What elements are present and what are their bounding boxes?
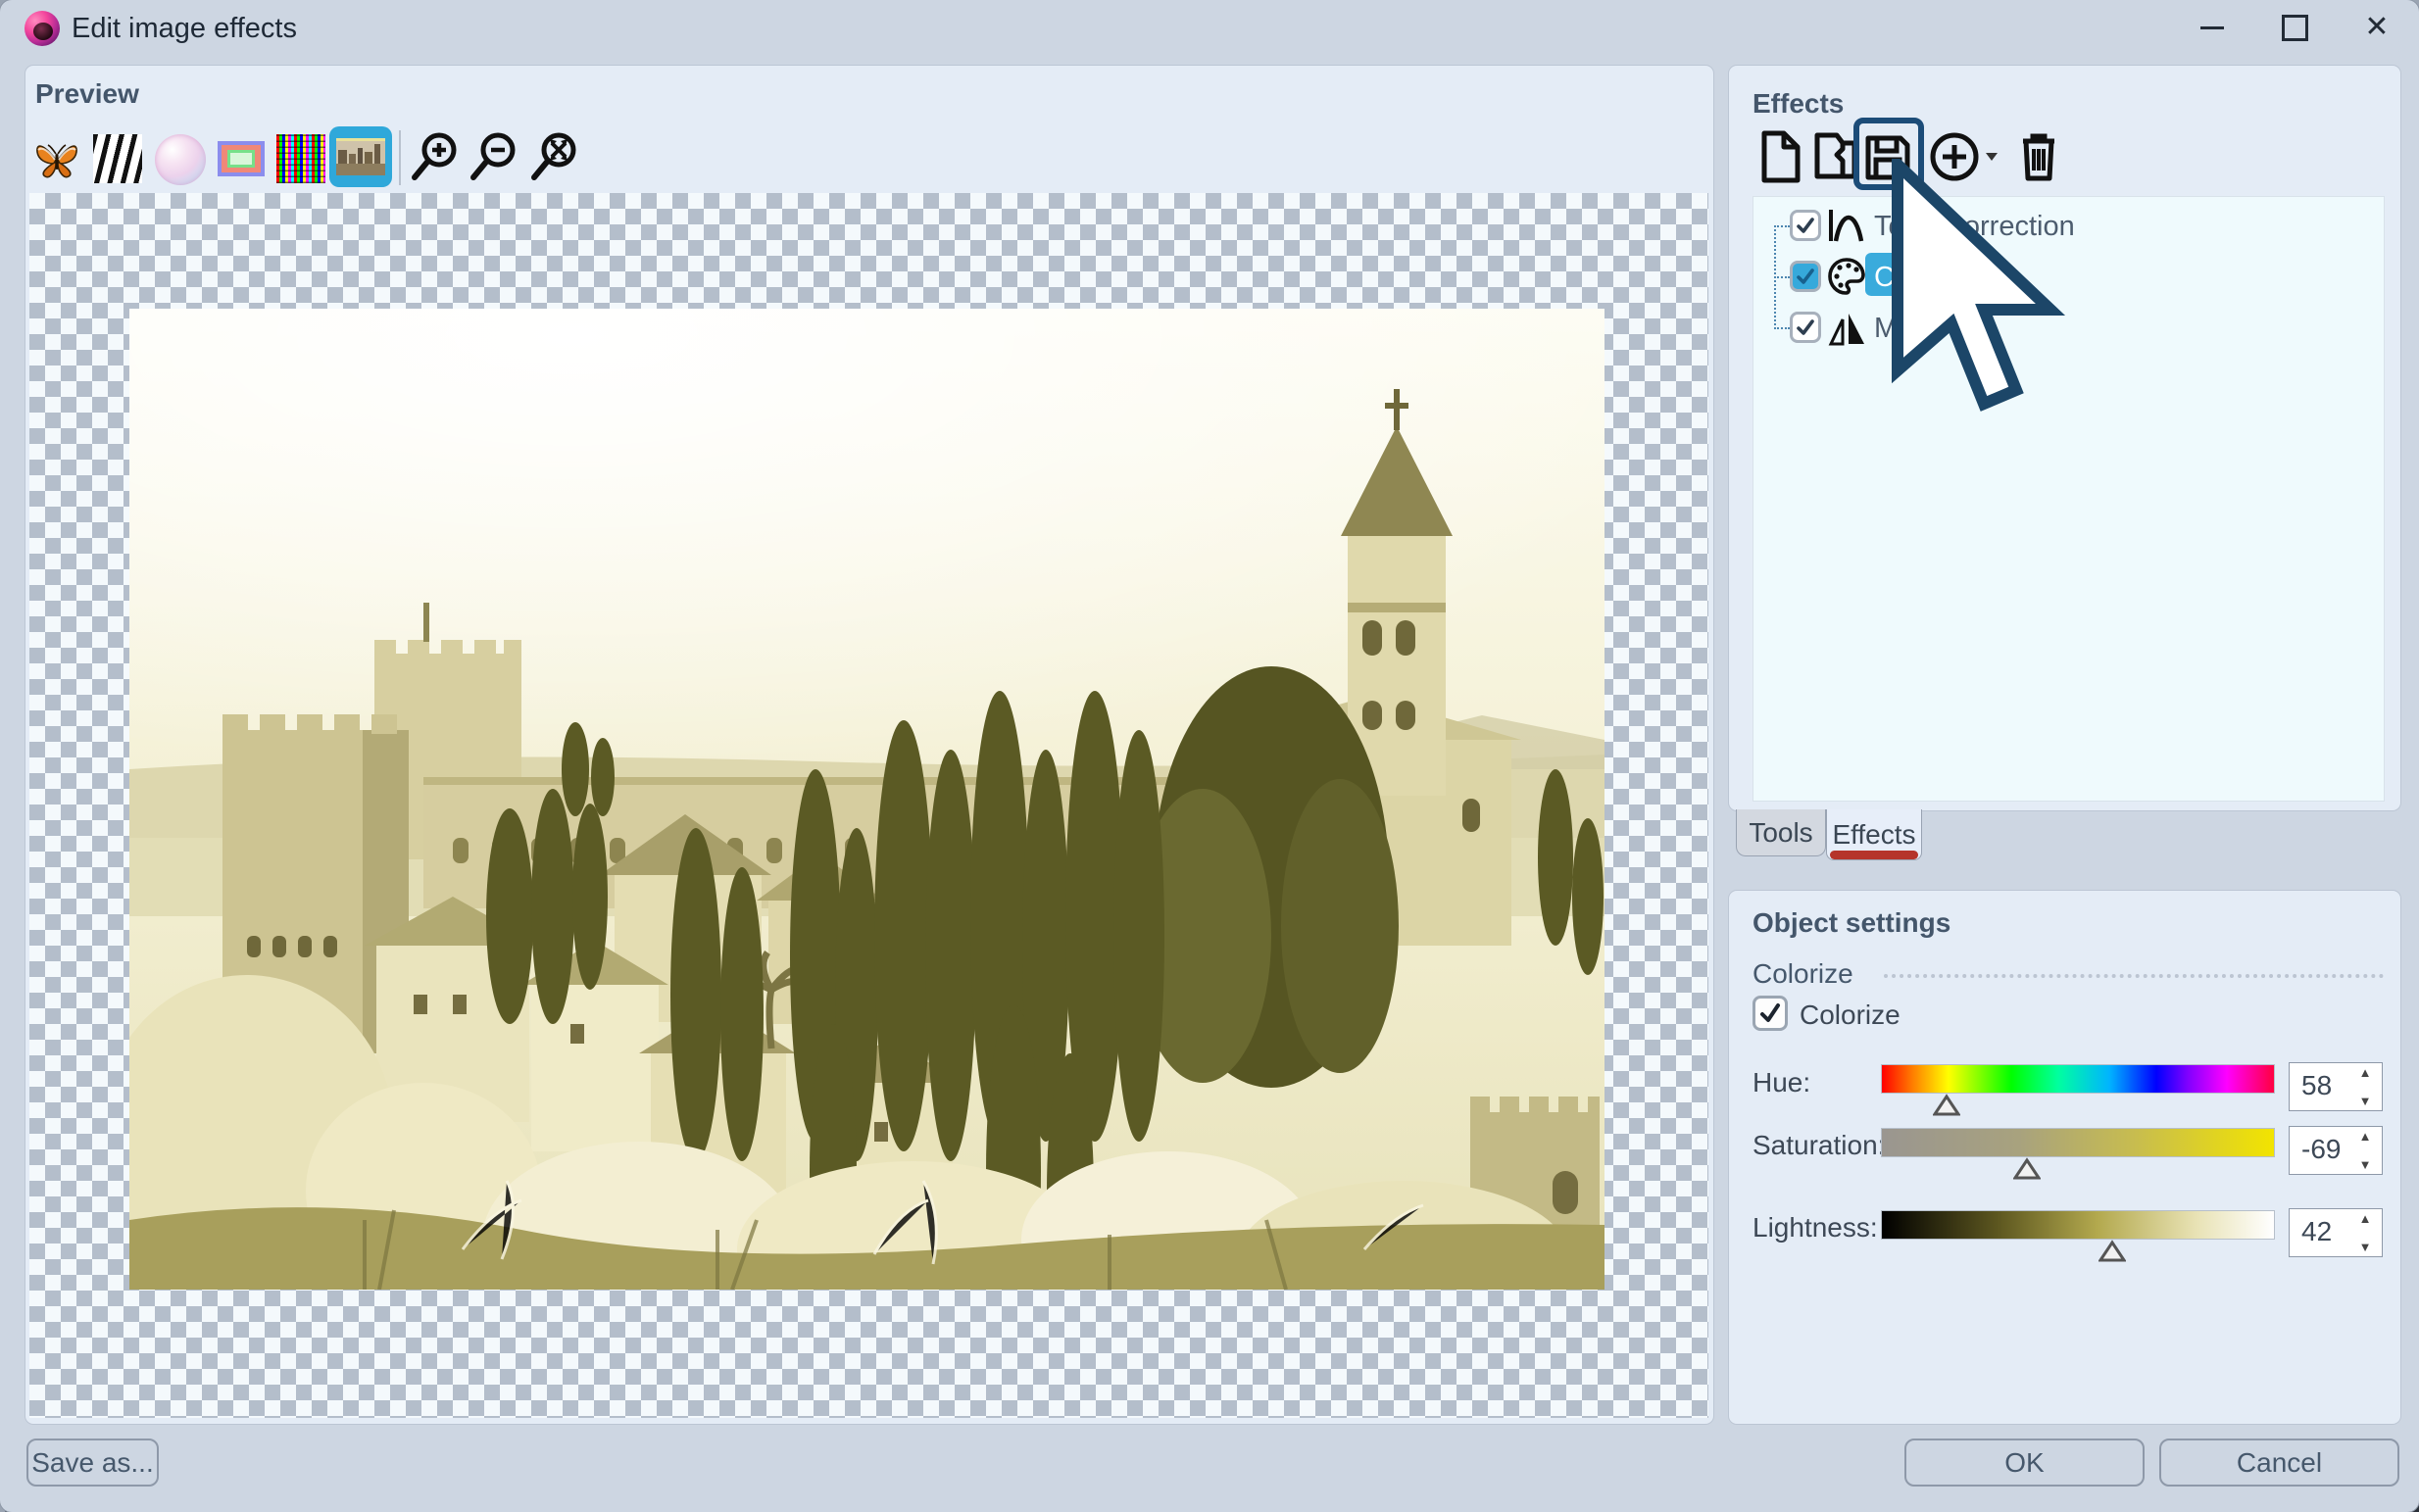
tree-line <box>1774 276 1790 278</box>
saturation-spin-down-icon[interactable]: ▼ <box>2359 1157 2372 1172</box>
effect-checkbox-tonal-correction[interactable] <box>1790 210 1821 241</box>
frame-thumbnail[interactable] <box>218 134 267 183</box>
tree-line <box>1774 327 1790 329</box>
minimize-button[interactable] <box>2184 6 2241 49</box>
hue-spinbox[interactable]: ▲▼ <box>2289 1062 2383 1111</box>
toolbar-separator <box>399 130 401 185</box>
tab-effects-label: Effects <box>1832 819 1915 851</box>
zoom-out-icon <box>469 130 519 185</box>
ok-label: OK <box>2004 1447 2044 1479</box>
hue-spin-up-icon[interactable]: ▲ <box>2359 1065 2372 1080</box>
lightness-value-input[interactable] <box>2299 1215 2354 1248</box>
mirror-icon <box>1827 308 1866 347</box>
rgb-grid-thumbnail[interactable] <box>276 134 325 183</box>
effect-checkbox-mirror[interactable] <box>1790 312 1821 343</box>
colorize-checkbox[interactable] <box>1753 996 1788 1031</box>
maximize-icon <box>2282 15 2308 41</box>
mouse-cursor-arrow <box>1886 159 2072 433</box>
save-as-button[interactable]: Save as... <box>26 1439 159 1487</box>
active-tab-underline <box>1830 851 1918 859</box>
palette-icon <box>1827 257 1866 296</box>
close-button[interactable]: ✕ <box>2348 6 2405 49</box>
preview-panel-title: Preview <box>35 78 139 110</box>
tonal-curve-icon <box>1827 206 1866 245</box>
minimize-icon <box>2200 26 2224 29</box>
object-settings-title: Object settings <box>1753 907 1950 939</box>
cancel-label: Cancel <box>2237 1447 2322 1479</box>
hue-value-input[interactable] <box>2299 1069 2354 1102</box>
new-effect-list-button[interactable] <box>1756 129 1807 184</box>
lightness-label: Lightness: <box>1753 1212 1878 1244</box>
app-icon <box>25 11 60 46</box>
alhambra-mini-photo <box>336 138 385 175</box>
edit-image-effects-dialog: Edit image effects ✕ Preview <box>0 0 2419 1512</box>
check-icon <box>1796 267 1815 286</box>
lightness-slider-marker[interactable] <box>2098 1240 2126 1263</box>
cancel-button[interactable]: Cancel <box>2159 1439 2399 1487</box>
zoom-in-button[interactable] <box>410 130 461 185</box>
butterfly-thumbnail[interactable] <box>32 134 81 183</box>
ok-button[interactable]: OK <box>1904 1439 2145 1487</box>
tree-line <box>1774 225 1790 227</box>
hue-slider-marker[interactable] <box>1933 1094 1960 1117</box>
colorize-group-label: Colorize <box>1753 958 1853 990</box>
frame-icon <box>218 141 265 176</box>
lightness-spin-down-icon[interactable]: ▼ <box>2359 1240 2372 1254</box>
alhambra-thumbnail[interactable] <box>329 126 392 187</box>
bubble-thumbnail[interactable] <box>155 134 204 183</box>
zoom-fit-icon <box>529 130 580 185</box>
saturation-spinbox[interactable]: ▲▼ <box>2289 1126 2383 1175</box>
zebra-pattern-icon <box>93 134 142 183</box>
saturation-slider-marker[interactable] <box>2013 1157 2041 1181</box>
colorize-checkbox-label[interactable]: Colorize <box>1800 1000 1901 1031</box>
rgb-grid-icon <box>276 134 325 183</box>
check-icon <box>1758 1001 1782 1025</box>
hue-spin-down-icon[interactable]: ▼ <box>2359 1094 2372 1108</box>
saturation-slider[interactable] <box>1881 1128 2275 1157</box>
check-icon <box>1796 317 1815 337</box>
maximize-button[interactable] <box>2266 6 2323 49</box>
hue-slider[interactable] <box>1881 1064 2275 1094</box>
check-icon <box>1796 216 1815 235</box>
saturation-label: Saturation: <box>1753 1130 1885 1161</box>
effects-panel-title: Effects <box>1753 88 1844 120</box>
butterfly-icon <box>32 134 81 183</box>
zoom-out-button[interactable] <box>469 130 519 185</box>
hue-label: Hue: <box>1753 1067 1810 1098</box>
effect-checkbox-colorize[interactable] <box>1790 261 1821 292</box>
close-icon: ✕ <box>2364 13 2389 42</box>
lightness-spinbox[interactable]: ▲▼ <box>2289 1208 2383 1257</box>
dialog-title: Edit image effects <box>72 13 297 45</box>
save-as-label: Save as... <box>31 1447 154 1479</box>
group-divider <box>1884 974 2384 978</box>
saturation-value-input[interactable] <box>2299 1133 2354 1166</box>
zoom-fit-button[interactable] <box>529 130 580 185</box>
preview-image[interactable] <box>129 309 1604 1290</box>
lightness-slider[interactable] <box>1881 1210 2275 1240</box>
transparency-checkerboard[interactable] <box>29 193 1708 1418</box>
new-document-icon <box>1756 129 1803 184</box>
saturation-spin-up-icon[interactable]: ▲ <box>2359 1129 2372 1144</box>
bubble-icon <box>155 134 206 185</box>
lightness-spin-up-icon[interactable]: ▲ <box>2359 1211 2372 1226</box>
tab-tools-label: Tools <box>1749 817 1812 849</box>
zoom-in-icon <box>410 130 461 185</box>
zebra-thumbnail[interactable] <box>93 134 142 183</box>
title-bar[interactable]: Edit image effects ✕ <box>0 0 2419 57</box>
tab-tools[interactable]: Tools <box>1736 809 1826 856</box>
